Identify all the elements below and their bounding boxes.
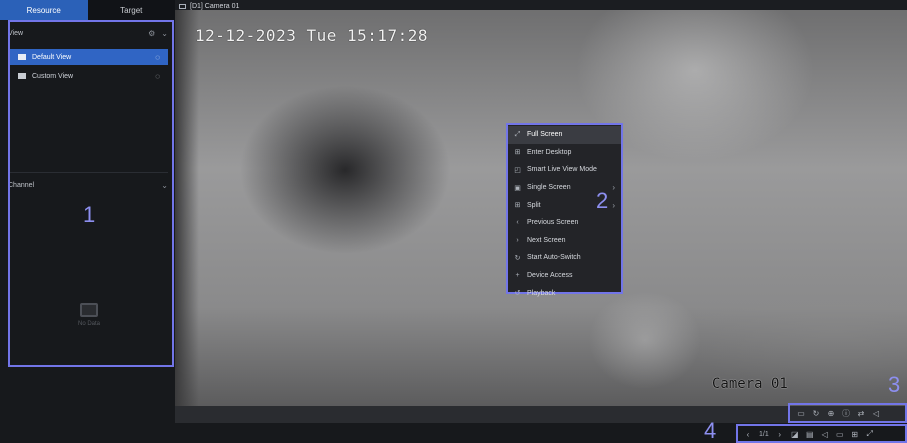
next-icon: › [516, 236, 519, 244]
smart-view-icon: ◰ [514, 166, 521, 174]
annotation-box-4 [736, 424, 907, 443]
camera-icon [179, 3, 186, 9]
menu-item-label: Smart Live View Mode [527, 166, 597, 174]
menu-item-label: Split [527, 201, 541, 209]
menu-item-label: Previous Screen [527, 219, 579, 227]
single-screen-icon: ▣ [514, 184, 521, 192]
menu-item-next-screen[interactable]: › Next Screen [508, 232, 621, 250]
menu-item-label: Enter Desktop [527, 148, 572, 156]
annotation-label-2: 2 [596, 188, 609, 213]
menu-item-label: Device Access [527, 272, 573, 280]
tab-resource[interactable]: Resource [0, 0, 88, 20]
osd-datetime: 12-12-2023 Tue 15:17:28 [195, 26, 429, 45]
tab-target[interactable]: Target [88, 0, 176, 20]
annotation-label-4: 4 [704, 418, 717, 443]
menu-item-device-access[interactable]: + Device Access [508, 267, 621, 285]
menu-item-enter-desktop[interactable]: ⊞ Enter Desktop [508, 144, 621, 162]
menu-item-label: Single Screen [527, 184, 571, 192]
menu-item-start-auto-switch[interactable]: ↻ Start Auto-Switch [508, 249, 621, 267]
video-shadow [175, 10, 199, 406]
desktop-icon: ⊞ [514, 149, 521, 157]
osd-camera-name: Camera 01 [712, 376, 788, 392]
split-icon: ⊞ [514, 202, 521, 210]
menu-item-full-screen[interactable]: ⤢ Full Screen [508, 126, 621, 144]
playback-icon: ↺ [514, 290, 521, 298]
menu-item-previous-screen[interactable]: ‹ Previous Screen [508, 214, 621, 232]
chevron-right-icon: › [612, 183, 615, 193]
device-access-icon: + [515, 272, 520, 280]
panel-tabs: Resource Target [0, 0, 175, 20]
menu-item-label: Start Auto-Switch [527, 254, 581, 262]
camera-title: [D1] Camera 01 [190, 2, 240, 10]
menu-item-label: Playback [527, 289, 556, 297]
menu-item-smart-live-view[interactable]: ◰ Smart Live View Mode [508, 161, 621, 179]
annotation-label-1: 1 [83, 202, 96, 227]
previous-icon: ‹ [516, 219, 519, 227]
fullscreen-icon: ⤢ [514, 130, 521, 138]
chevron-right-icon: › [612, 200, 615, 210]
annotation-box-3 [788, 403, 907, 423]
menu-item-label: Full Screen [527, 131, 563, 139]
annotation-label-3: 3 [888, 372, 901, 397]
annotation-box-1 [8, 20, 174, 367]
menu-item-playback[interactable]: ↺ Playback [508, 284, 621, 302]
menu-item-label: Next Screen [527, 236, 566, 244]
auto-switch-icon: ↻ [514, 254, 521, 262]
